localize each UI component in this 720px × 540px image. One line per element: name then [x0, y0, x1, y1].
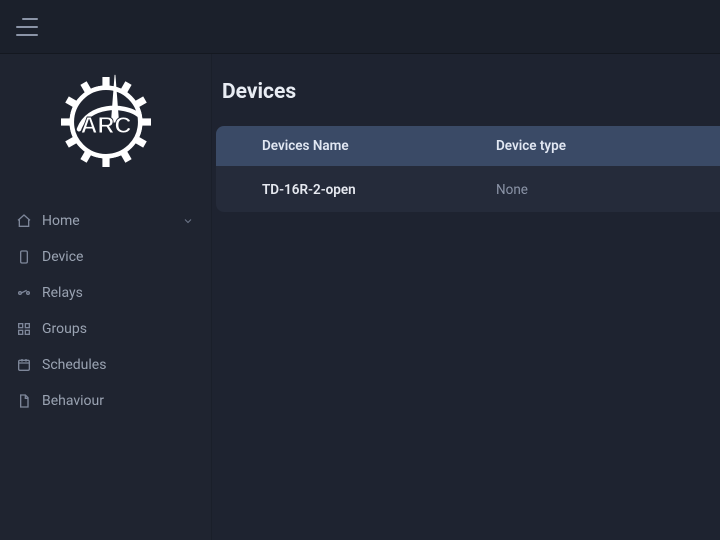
device-icon	[16, 249, 32, 265]
sidebar-item-label: Home	[42, 213, 171, 229]
groups-icon	[16, 321, 32, 337]
column-header-name: Devices Name	[216, 138, 496, 154]
calendar-icon	[16, 357, 32, 373]
table-header: Devices Name Device type	[216, 126, 720, 166]
page-title: Devices	[212, 80, 720, 104]
cell-device-name: TD-16R-2-open	[216, 182, 496, 198]
relays-icon	[16, 285, 32, 301]
table-row[interactable]: TD-16R-2-open None	[216, 166, 720, 212]
sidebar: ARC Home Device	[0, 54, 212, 540]
menu-toggle-icon[interactable]	[16, 18, 38, 36]
cell-device-type: None	[496, 182, 720, 198]
chevron-down-icon	[181, 214, 195, 228]
sidebar-item-relays[interactable]: Relays	[8, 276, 203, 310]
sidebar-nav: Home Device Relays	[0, 204, 211, 418]
column-header-type: Device type	[496, 138, 720, 154]
document-icon	[16, 393, 32, 409]
sidebar-item-behaviour[interactable]: Behaviour	[8, 384, 203, 418]
home-icon	[16, 213, 32, 229]
svg-text:ARC: ARC	[80, 112, 131, 138]
brand-logo: ARC	[0, 54, 211, 204]
top-bar	[0, 0, 720, 54]
sidebar-item-label: Schedules	[42, 357, 195, 373]
sidebar-item-device[interactable]: Device	[8, 240, 203, 274]
sidebar-item-groups[interactable]: Groups	[8, 312, 203, 346]
sidebar-item-home[interactable]: Home	[8, 204, 203, 238]
sidebar-item-schedules[interactable]: Schedules	[8, 348, 203, 382]
sidebar-item-label: Relays	[42, 285, 195, 301]
devices-table: Devices Name Device type TD-16R-2-open N…	[216, 126, 720, 212]
main-content: Devices Devices Name Device type TD-16R-…	[212, 54, 720, 540]
sidebar-item-label: Behaviour	[42, 393, 195, 409]
sidebar-item-label: Device	[42, 249, 195, 265]
sidebar-item-label: Groups	[42, 321, 195, 337]
